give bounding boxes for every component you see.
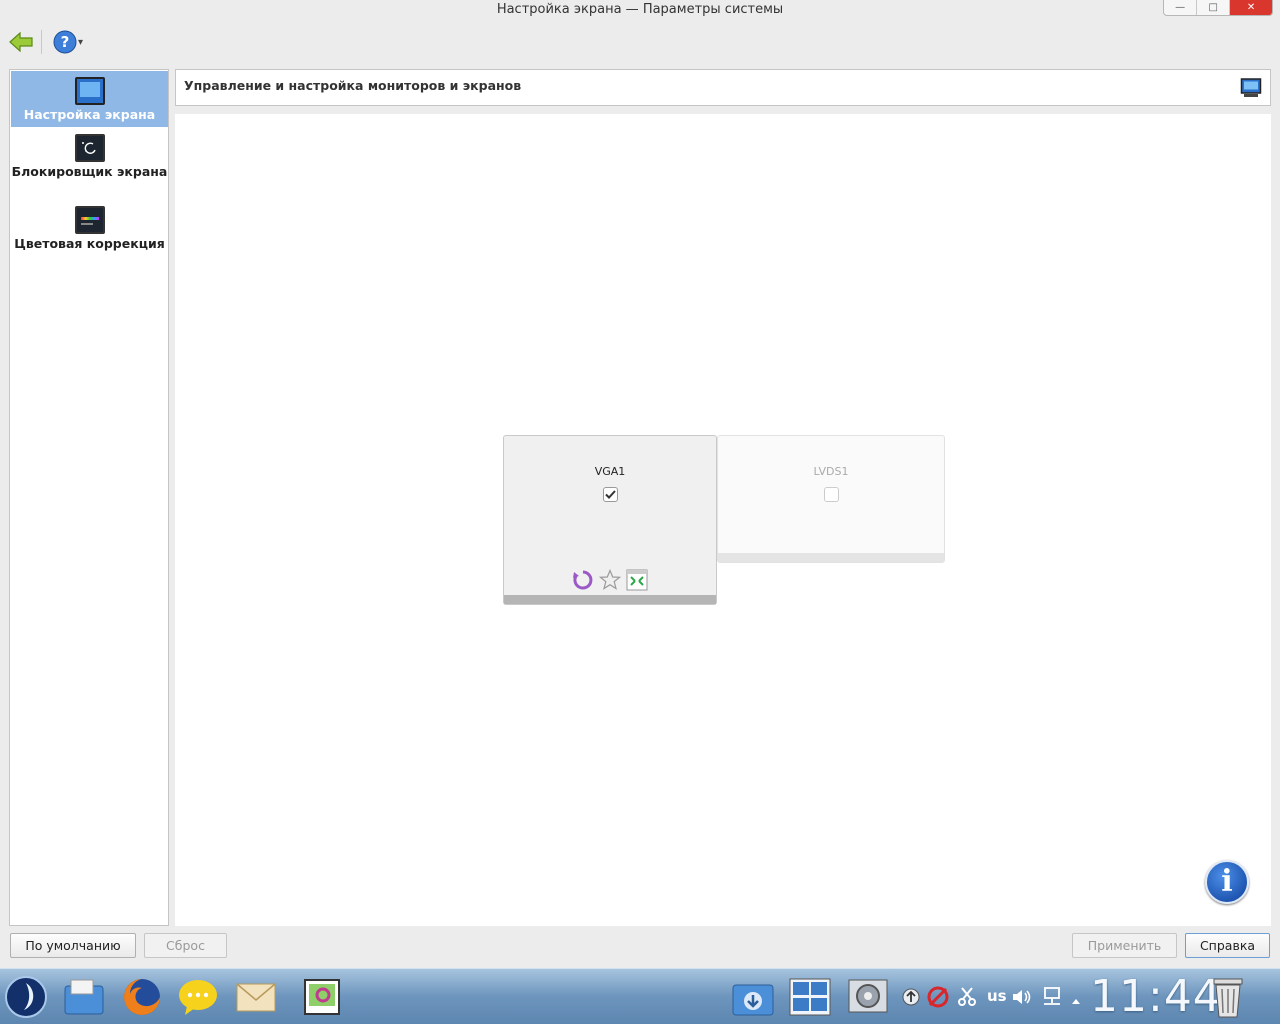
mail-icon <box>236 983 276 1012</box>
info-icon: i <box>1221 864 1233 899</box>
maximize-button[interactable]: □ <box>1197 0 1231 15</box>
tray-expand-icon <box>1072 999 1080 1004</box>
firefox-icon <box>124 979 160 1015</box>
sidebar-item-label: Цветовая коррекция <box>14 236 165 251</box>
rotate-button[interactable] <box>572 568 595 591</box>
output-lvds1[interactable]: LVDS1 <box>717 435 945 563</box>
sidebar-item-screen-locker[interactable]: Блокировщик экрана <box>11 132 168 198</box>
help-icon: ? <box>53 30 77 54</box>
chevron-down-icon: ▾ <box>77 36 84 48</box>
desktop-grid-button[interactable] <box>788 975 832 1019</box>
output-actions <box>504 568 716 591</box>
output-name: LVDS1 <box>813 465 849 478</box>
color-correction-icon <box>74 206 105 234</box>
mail-button[interactable] <box>234 975 278 1019</box>
sidebar-item-display[interactable]: Настройка экрана <box>11 71 168 127</box>
monitor-icon <box>74 77 105 105</box>
messenger-button[interactable] <box>176 975 220 1019</box>
display-settings-icon <box>1240 78 1262 97</box>
resize-button[interactable] <box>626 568 649 591</box>
sidebar-item-color-correction[interactable]: Цветовая коррекция <box>11 204 168 270</box>
trash-button[interactable] <box>1206 975 1250 1019</box>
star-icon <box>599 568 621 590</box>
minimize-button[interactable]: — <box>1164 0 1198 15</box>
updates-tray[interactable] <box>902 988 920 1010</box>
downloads-button[interactable] <box>731 975 775 1019</box>
sidebar-item-label: Настройка экрана <box>23 107 156 122</box>
svg-text:?: ? <box>61 33 70 51</box>
toolbar: ? ▾ <box>0 22 1280 62</box>
window-controls: — □ ✕ <box>1163 0 1273 16</box>
file-manager-icon <box>64 979 104 1015</box>
reset-button[interactable]: Сброс <box>144 933 227 958</box>
rotate-icon <box>573 570 593 589</box>
volume-icon <box>1013 990 1031 1004</box>
system-settings-button[interactable] <box>846 975 890 1019</box>
apply-button[interactable]: Применить <box>1072 933 1177 958</box>
output-enabled-checkbox[interactable] <box>603 487 618 502</box>
window-title: Настройка экрана — Параметры системы <box>496 2 784 17</box>
set-primary-button[interactable] <box>599 568 622 591</box>
output-name: VGA1 <box>594 465 626 478</box>
category-sidebar: Настройка экрана Блокировщик экрана Цвет… <box>9 69 169 926</box>
close-button[interactable]: ✕ <box>1230 0 1272 15</box>
module-title: Управление и настройка мониторов и экран… <box>184 78 522 93</box>
checkmark-icon <box>605 490 616 499</box>
output-footer-bar <box>718 553 944 562</box>
output-footer-bar <box>504 595 716 604</box>
help-button[interactable]: Справка <box>1185 933 1270 958</box>
network-icon <box>1044 987 1060 1005</box>
system-settings-icon <box>848 979 888 1013</box>
updates-icon <box>902 988 920 1006</box>
sync-tray[interactable] <box>926 985 950 1013</box>
screenshot-tray[interactable] <box>958 987 976 1011</box>
file-manager-button[interactable] <box>62 975 106 1019</box>
info-button[interactable]: i <box>1205 860 1249 904</box>
clock[interactable]: 11:44 <box>1090 971 1222 1022</box>
network-tray[interactable] <box>1042 987 1062 1011</box>
help-menu-button[interactable]: ? ▾ <box>50 28 86 56</box>
no-sync-icon <box>927 986 949 1008</box>
tray-expand-button[interactable] <box>1071 991 1081 1009</box>
module-header: Управление и настройка мониторов и экран… <box>175 69 1271 106</box>
image-viewer-button[interactable] <box>300 975 344 1019</box>
image-viewer-icon <box>304 979 340 1015</box>
window-titlebar[interactable]: Настройка экрана — Параметры системы — □… <box>0 0 1280 22</box>
keyboard-layout-indicator[interactable]: us <box>987 987 1007 1005</box>
firefox-button[interactable] <box>120 975 164 1019</box>
taskbar: us 11:44 <box>0 968 1280 1024</box>
app-launcher-icon <box>5 976 47 1018</box>
outputs-canvas[interactable]: VGA1 LVDS1 i <box>175 114 1271 926</box>
downloads-icon <box>732 984 774 1016</box>
volume-tray[interactable] <box>1012 988 1032 1010</box>
back-button[interactable] <box>6 28 36 56</box>
screen-locker-icon <box>74 134 105 162</box>
toolbar-separator <box>41 30 42 54</box>
back-arrow-icon <box>9 32 33 52</box>
scissors-icon <box>958 987 976 1006</box>
sidebar-item-label: Блокировщик экрана <box>11 164 168 179</box>
trash-icon <box>1213 978 1243 1018</box>
app-launcher-button[interactable] <box>4 975 48 1019</box>
resize-icon <box>626 569 648 590</box>
output-enabled-checkbox[interactable] <box>824 487 839 502</box>
desktop-grid-icon <box>789 978 831 1016</box>
messenger-icon <box>179 980 217 1015</box>
output-vga1[interactable]: VGA1 <box>503 435 717 605</box>
defaults-button[interactable]: По умолчанию <box>10 933 136 958</box>
